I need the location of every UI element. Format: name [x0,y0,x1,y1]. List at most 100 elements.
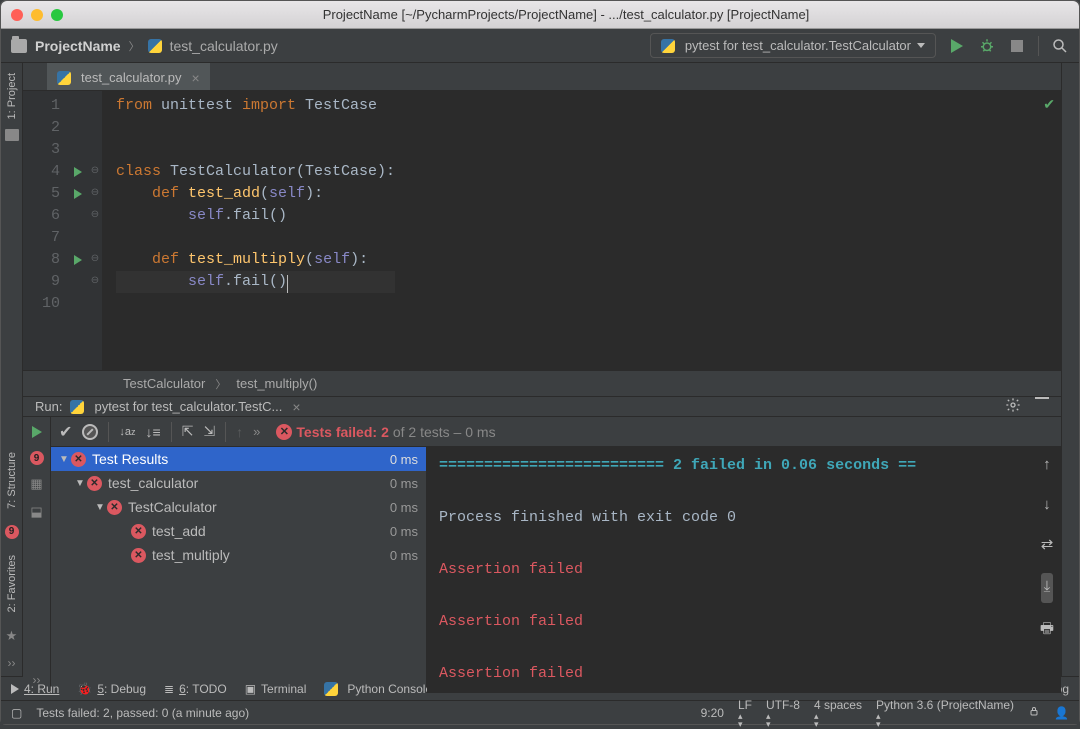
prev-failed-button[interactable]: ↑ [236,424,243,440]
tree-item[interactable]: ✕ test_add0 ms [51,519,426,543]
chevron-right-icon: 〉 [125,38,144,54]
tab-terminal[interactable]: ▣Terminal [245,682,307,696]
search-button[interactable] [1051,37,1069,55]
run-panel-tab-label: pytest for test_calculator.TestC... [94,399,282,414]
failed-icon: ✕ [276,424,292,440]
tab-run[interactable]: 4: Run [11,682,59,696]
line-separator[interactable]: LF ▴▾ [738,698,752,728]
python-file-icon [148,39,162,53]
run-panel-side-toolbar: 9 ▦ ⬓ ›› [23,417,51,693]
structure-breadcrumb[interactable]: TestCalculator 〉 test_multiply() [23,370,1061,396]
console-error: Assertion failed [439,557,1061,583]
run-panel-tab[interactable]: pytest for test_calculator.TestC... × [70,399,300,415]
run-panel-header: Run: pytest for test_calculator.TestC...… [23,397,1061,417]
list-icon: ≣ [164,682,174,696]
tab-todo[interactable]: ≣6: TODO [164,682,227,696]
inspector-icon[interactable]: 👤 [1054,706,1069,720]
tree-item[interactable]: ✕ test_multiply0 ms [51,543,426,567]
settings-icon[interactable] [1005,397,1021,416]
editor-tab[interactable]: test_calculator.py × [47,63,210,90]
run-test-gutter-icon[interactable] [68,183,88,205]
tree-item[interactable]: ▼✕ test_calculator0 ms [51,471,426,495]
breadcrumb[interactable]: ProjectName 〉 test_calculator.py [11,38,278,54]
terminal-icon: ▣ [245,682,256,696]
interpreter[interactable]: Python 3.6 (ProjectName) ▴▾ [876,698,1014,728]
stop-button[interactable] [1008,37,1026,55]
test-toolbar: ✔ ↓az ↓≡ ⇱ ⇲ ↑ » ✕ Tests failed: 2 [51,417,1061,447]
tree-item[interactable]: ▼✕ TestCalculator0 ms [51,495,426,519]
pytest-icon [661,39,675,53]
sidebar-project[interactable]: 1: Project [6,69,18,123]
tree-root[interactable]: ▼ ✕ Test Results 0 ms [51,447,426,471]
test-status: ✕ Tests failed: 2 of 2 tests – 0 ms [276,424,495,440]
run-class-gutter-icon[interactable] [68,161,88,183]
tab-debug[interactable]: 🐞5: Debug [77,682,146,696]
python-icon [324,682,338,696]
expand-all-button[interactable]: ⇱ [182,423,194,440]
chevron-right-icon: 〉 [211,376,230,392]
show-ignored-button[interactable] [82,424,98,440]
pin-button[interactable]: ⬓ [28,503,46,521]
minimize-window-button[interactable] [31,9,43,21]
scroll-down-icon[interactable]: ↓ [1042,493,1051,519]
caret-pos[interactable]: 9:20 [701,706,724,720]
scroll-to-end-icon[interactable]: ⤓ [1041,573,1054,603]
debug-button[interactable] [978,37,996,55]
star-icon: ★ [6,628,18,644]
test-console[interactable]: ========================= 2 failed in 0.… [427,447,1061,693]
sidebar-favorites[interactable]: 2: Favorites [6,551,18,616]
struct-crumb-method: test_multiply() [236,376,317,391]
test-tree[interactable]: ▼ ✕ Test Results 0 ms ▼✕ test_calculator… [51,447,427,693]
console-error: Assertion failed [439,609,1061,635]
sort-time-button[interactable]: ↓≡ [146,424,161,440]
more-button[interactable]: » [253,424,260,439]
close-tab-icon[interactable]: × [292,399,300,415]
inspection-ok-icon: ✔ [1043,95,1055,117]
indent[interactable]: 4 spaces ▴▾ [814,698,862,728]
collapse-icon[interactable]: ›› [8,656,16,670]
console-toolbar: ↑ ↓ ⇄ ⤓ 🖶 ›› [1033,453,1061,693]
rerun-failed-button[interactable]: 9 [30,451,44,465]
window-titlebar: ProjectName [~/PycharmProjects/ProjectNa… [1,1,1079,29]
left-tool-stripe: 1: Project 7: Structure 9 2: Favorites ★… [1,63,23,676]
close-window-button[interactable] [11,9,23,21]
line-numbers: 12345678910 [23,91,68,370]
code-body[interactable]: from unittest import TestCase class Test… [102,91,395,370]
hide-panel-button[interactable] [1035,397,1049,416]
struct-crumb-class: TestCalculator [123,376,205,391]
code-editor[interactable]: ✔ 12345678910 ⊖ ⊖ ⊖ ⊖ ⊖ from uni [23,91,1061,370]
play-icon [11,684,19,694]
toggle-auto-test-button[interactable]: ▦ [28,475,46,493]
soft-wrap-icon[interactable]: ⇄ [1041,533,1054,559]
python-file-icon [57,71,71,85]
console-summary: ========================= 2 failed in 0.… [439,453,1061,479]
run-configuration-selector[interactable]: pytest for test_calculator.TestCalculato… [650,33,936,58]
traffic-lights [11,9,63,21]
pytest-icon [70,400,84,414]
sidebar-structure[interactable]: 7: Structure [6,448,18,513]
failed-icon: ✕ [71,452,86,467]
main-toolbar: ProjectName 〉 test_calculator.py pytest … [1,29,1079,63]
sort-button[interactable]: ↓az [119,426,135,438]
fold-icon[interactable]: ⊖ [88,161,102,183]
maximize-window-button[interactable] [51,9,63,21]
rerun-button[interactable] [28,423,46,441]
print-icon[interactable]: 🖶 [1040,617,1054,643]
chevron-down-icon [917,43,925,48]
run-button[interactable] [948,37,966,55]
fold-column: ⊖ ⊖ ⊖ ⊖ ⊖ [88,91,102,370]
editor-tabs: test_calculator.py × [23,63,1061,91]
more-icon[interactable]: ›› [1040,687,1054,693]
collapse-all-button[interactable]: ⇲ [203,423,215,440]
lock-icon[interactable] [1028,705,1040,720]
run-test-gutter-icon[interactable] [68,249,88,271]
status-box-icon[interactable]: ▢ [11,706,22,720]
show-passed-button[interactable]: ✔ [59,422,72,442]
close-tab-icon[interactable]: × [191,70,199,86]
encoding[interactable]: UTF-8 ▴▾ [766,698,800,728]
tab-python-console[interactable]: Python Console [324,682,432,696]
console-error: Assertion failed [439,661,1061,687]
fold-icon[interactable]: ⊖ [88,183,102,205]
fold-icon[interactable]: ⊖ [88,249,102,271]
scroll-up-icon[interactable]: ↑ [1042,453,1051,479]
